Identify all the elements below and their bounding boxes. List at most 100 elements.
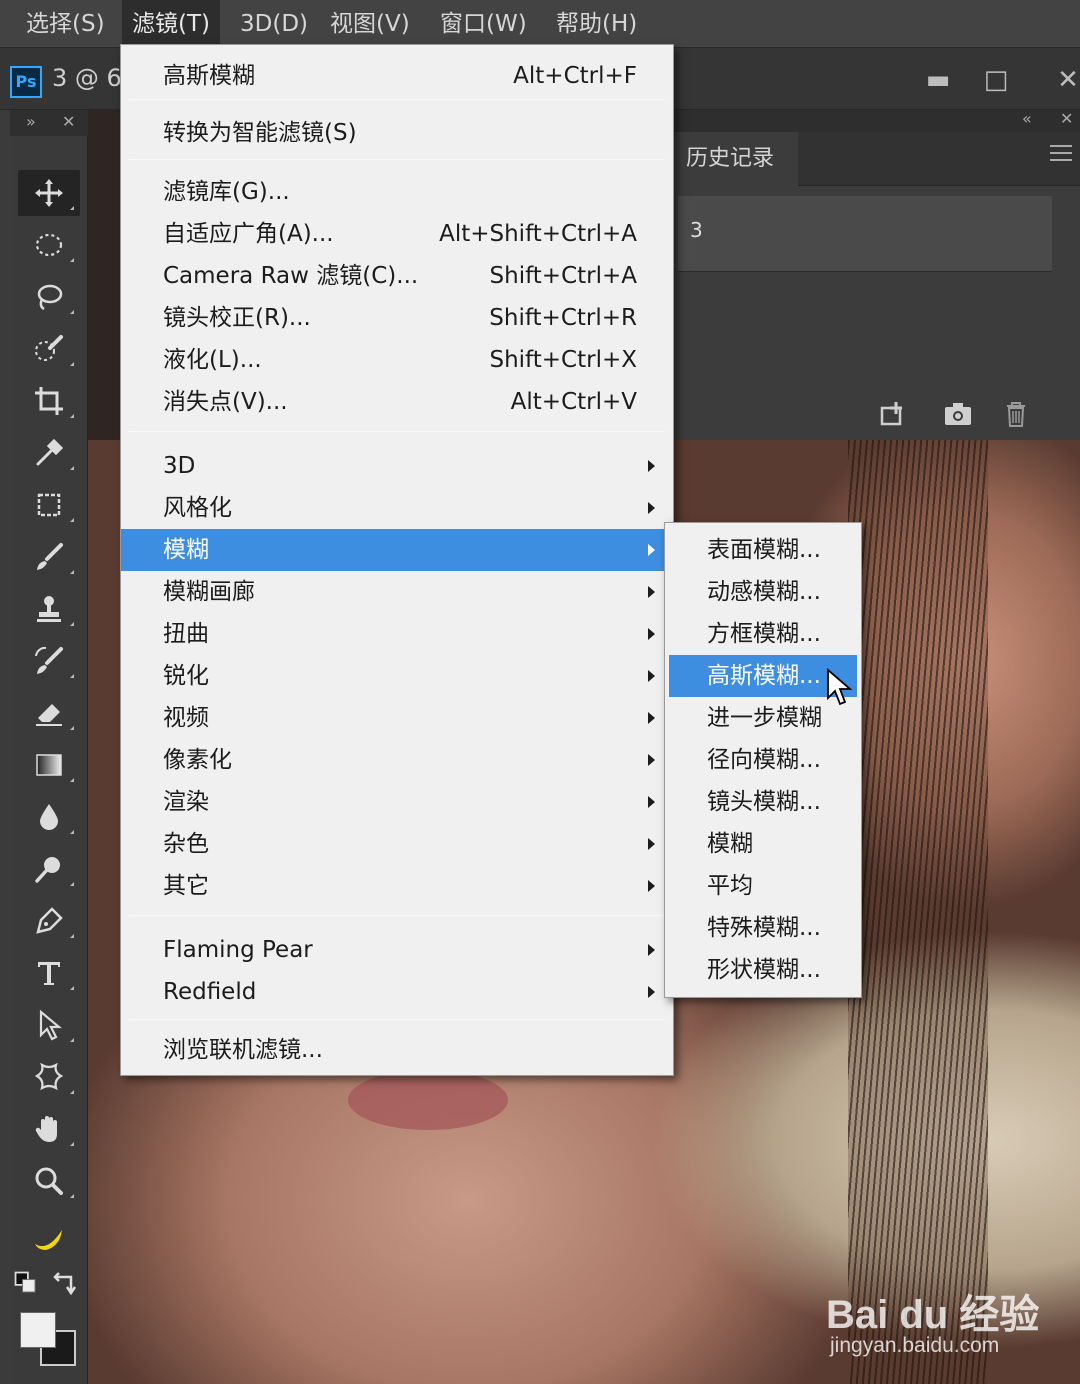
submenu-flaming-pear[interactable]: Flaming Pear — [121, 929, 673, 971]
blur-tool[interactable] — [18, 794, 80, 840]
type-tool[interactable] — [18, 950, 80, 996]
eraser-tool[interactable] — [18, 690, 80, 736]
marquee-tool[interactable] — [18, 222, 80, 268]
move-icon — [35, 179, 63, 207]
collapse-panel-icon[interactable]: « — [1022, 109, 1032, 128]
menu-separator — [129, 915, 665, 916]
gradient-tool[interactable] — [18, 742, 80, 788]
menu-item-label: 渲染 — [163, 789, 209, 815]
lasso-icon — [37, 284, 63, 311]
menu-item-convert-smart-filter[interactable]: 转换为智能滤镜(S) — [121, 111, 673, 155]
dodge-icon — [35, 857, 60, 883]
minimize-button[interactable]: ▬ — [910, 58, 966, 102]
menu-item-label: 高斯模糊 — [163, 63, 255, 89]
zoom-tool[interactable] — [18, 1158, 80, 1204]
new-document-from-state-button[interactable] — [876, 396, 912, 432]
expand-icon[interactable]: » — [26, 112, 36, 131]
history-brush-tool[interactable] — [18, 638, 80, 684]
submenu-blur-gallery[interactable]: 模糊画廊 — [121, 571, 673, 613]
submenu-sharpen[interactable]: 锐化 — [121, 655, 673, 697]
menu-item-label: 方框模糊... — [707, 621, 821, 647]
quick-selection-tool[interactable] — [18, 326, 80, 372]
menu-item-label: 消失点(V)... — [163, 389, 288, 415]
menu-3d[interactable]: 3D(D) — [230, 0, 318, 48]
submenu-arrow-icon — [648, 880, 655, 892]
crop-tool[interactable] — [18, 378, 80, 424]
pen-tool[interactable] — [18, 898, 80, 944]
submenu-arrow-icon — [648, 754, 655, 766]
panel-close-icon[interactable]: ✕ — [1060, 109, 1073, 128]
blur-submenu: 表面模糊... 动感模糊... 方框模糊... 高斯模糊... 进一步模糊 径向… — [664, 522, 862, 998]
submenu-arrow-icon — [648, 628, 655, 640]
menu-item-label: 模糊画廊 — [163, 579, 255, 605]
photo-lips — [348, 1070, 508, 1130]
menu-bar: 选择(S) 滤镜(T) 3D(D) 视图(V) 窗口(W) 帮助(H) — [0, 0, 1080, 48]
menu-item-label: 镜头模糊... — [707, 789, 821, 815]
submenu-render[interactable]: 渲染 — [121, 781, 673, 823]
submenu-other[interactable]: 其它 — [121, 865, 673, 907]
menu-filter[interactable]: 滤镜(T) — [122, 0, 220, 48]
menu-item-motion-blur[interactable]: 动感模糊... — [665, 571, 861, 613]
menu-item-shape-blur[interactable]: 形状模糊... — [665, 949, 861, 991]
gradient-icon — [36, 754, 62, 776]
brush-tool[interactable] — [18, 534, 80, 580]
menu-item-label: 模糊 — [163, 537, 209, 563]
new-snapshot-button[interactable] — [940, 396, 976, 432]
history-snapshot[interactable] — [678, 196, 1052, 272]
menu-item-vanishing-point[interactable]: 消失点(V)... Alt+Ctrl+V — [121, 381, 673, 423]
tab-history[interactable]: 历史记录 — [674, 132, 798, 186]
menu-item-smart-blur[interactable]: 特殊模糊... — [665, 907, 861, 949]
menu-window[interactable]: 窗口(W) — [430, 0, 537, 48]
submenu-pixelate[interactable]: 像素化 — [121, 739, 673, 781]
swap-colors-button[interactable] — [46, 1266, 82, 1302]
eyedropper-tool[interactable] — [18, 430, 80, 476]
document-tab[interactable]: 3 @ 6 — [52, 64, 122, 92]
submenu-distort[interactable]: 扭曲 — [121, 613, 673, 655]
menu-item-adaptive-wide-angle[interactable]: 自适应广角(A)... Alt+Shift+Ctrl+A — [121, 213, 673, 255]
lasso-tool[interactable] — [18, 274, 80, 320]
menu-item-lens-correction[interactable]: 镜头校正(R)... Shift+Ctrl+R — [121, 297, 673, 339]
baidu-jingyan-watermark: Bai du 经验 jingyan.baidu.com — [826, 1270, 1076, 1380]
dodge-tool[interactable] — [18, 846, 80, 892]
menu-item-surface-blur[interactable]: 表面模糊... — [665, 529, 861, 571]
menu-item-label: 特殊模糊... — [707, 915, 821, 941]
menu-item-blur[interactable]: 模糊 — [665, 823, 861, 865]
clone-stamp-tool[interactable] — [18, 586, 80, 632]
submenu-noise[interactable]: 杂色 — [121, 823, 673, 865]
submenu-arrow-icon — [648, 544, 655, 556]
menu-item-last-filter[interactable]: 高斯模糊 Alt+Ctrl+F — [121, 51, 673, 101]
submenu-stylize[interactable]: 风格化 — [121, 487, 673, 529]
path-selection-tool[interactable] — [18, 1002, 80, 1048]
menu-item-average[interactable]: 平均 — [665, 865, 861, 907]
menu-select[interactable]: 选择(S) — [16, 0, 115, 48]
foreground-color-swatch[interactable] — [20, 1312, 56, 1348]
menu-item-box-blur[interactable]: 方框模糊... — [665, 613, 861, 655]
menu-item-liquify[interactable]: 液化(L)... Shift+Ctrl+X — [121, 339, 673, 381]
submenu-3d[interactable]: 3D — [121, 445, 673, 487]
menu-item-filter-gallery[interactable]: 滤镜库(G)... — [121, 171, 673, 213]
menu-view[interactable]: 视图(V) — [320, 0, 420, 48]
panel-menu-icon[interactable] — [1050, 145, 1072, 163]
menu-item-label: Redfield — [163, 979, 257, 1005]
close-button[interactable]: ✕ — [1040, 58, 1080, 102]
menu-item-radial-blur[interactable]: 径向模糊... — [665, 739, 861, 781]
move-tool[interactable] — [18, 170, 80, 216]
tools-panel-header — [10, 110, 88, 136]
frame-tool[interactable] — [18, 482, 80, 528]
submenu-blur[interactable]: 模糊 — [121, 529, 673, 571]
collapse-close-icon[interactable]: ✕ — [62, 112, 75, 131]
menu-item-browse-online-filters[interactable]: 浏览联机滤镜... — [121, 1029, 673, 1071]
custom-shape-tool[interactable] — [18, 1054, 80, 1100]
menu-item-label: 径向模糊... — [707, 747, 821, 773]
menu-help[interactable]: 帮助(H) — [546, 0, 647, 48]
default-colors-button[interactable] — [12, 1266, 42, 1302]
menu-item-lens-blur[interactable]: 镜头模糊... — [665, 781, 861, 823]
menu-item-camera-raw[interactable]: Camera Raw 滤镜(C)... Shift+Ctrl+A — [121, 255, 673, 297]
hand-tool[interactable] — [18, 1106, 80, 1152]
banana-tool[interactable] — [18, 1216, 80, 1262]
menu-item-label: Flaming Pear — [163, 937, 313, 963]
restore-button[interactable]: □ — [968, 58, 1024, 102]
submenu-video[interactable]: 视频 — [121, 697, 673, 739]
submenu-redfield[interactable]: Redfield — [121, 971, 673, 1013]
delete-state-button[interactable] — [998, 396, 1034, 432]
